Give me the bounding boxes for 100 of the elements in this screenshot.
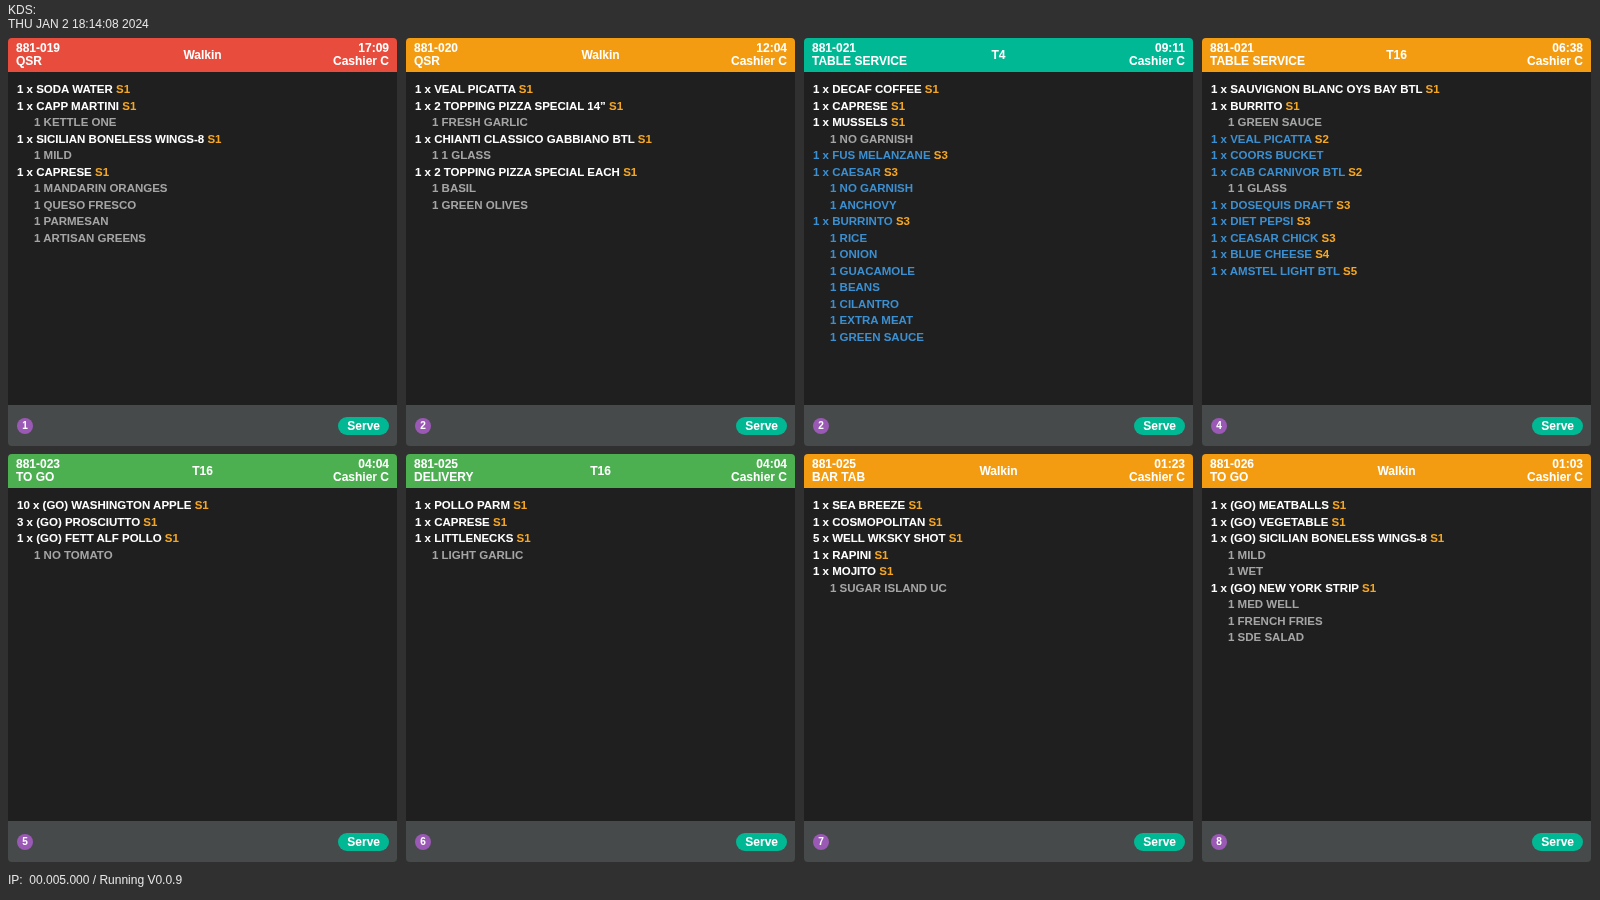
- item-name: 1 x (GO) VEGETABLE: [1211, 515, 1329, 528]
- order-number: 881-025: [414, 458, 459, 471]
- status-text: IP: 00.005.000 / Running V0.0.9: [8, 873, 183, 887]
- seat-label: S5: [1343, 264, 1358, 277]
- seat-label: S1: [908, 499, 923, 511]
- seat-label: S1: [1425, 83, 1440, 95]
- item-name: 1 x CAPP MARTINI: [17, 99, 120, 112]
- serve-button[interactable]: Serve: [1532, 832, 1583, 851]
- seat-label: S1: [164, 532, 179, 544]
- modifier-text: 1 WET: [1228, 565, 1264, 577]
- item-name: 1 x (GO) SICILIAN BONELESS WINGS-8: [1211, 532, 1427, 544]
- cashier-name: Cashier C: [1526, 471, 1583, 484]
- table-label: T16: [590, 464, 611, 478]
- item-name: 3 x (GO) PROSCIUTTO: [17, 515, 141, 528]
- modifier-text: 1 MANDARIN ORANGES: [34, 182, 168, 194]
- item-name: 1 x MOJITO: [813, 565, 877, 577]
- item-name: 1 x SODA WATER: [17, 83, 113, 95]
- seat-label: S1: [194, 499, 209, 511]
- item-name: 10 x (GO) WASHINGTON APPLE: [17, 499, 192, 511]
- modifier-text: 1 RICE: [830, 231, 868, 244]
- cashier-name: Cashier C: [1526, 55, 1583, 68]
- item-name: 1 x (GO) FETT ALF POLLO: [17, 532, 162, 544]
- table-label: Walkin: [581, 48, 620, 62]
- serve-button[interactable]: Serve: [1134, 832, 1185, 851]
- modifier-text: 1 GREEN OLIVES: [432, 198, 528, 211]
- seat-label: S1: [1362, 581, 1377, 594]
- seat-label: S1: [513, 499, 528, 511]
- item-name: 1 x CAB CARNIVOR BTL: [1211, 165, 1345, 178]
- seat-label: S3: [895, 215, 910, 227]
- serve-button[interactable]: Serve: [338, 416, 389, 435]
- cashier-name: Cashier C: [730, 471, 787, 484]
- order-time: 09:11: [1154, 42, 1185, 55]
- item-name: 1 x 2 TOPPING PIZZA SPECIAL 14”: [415, 99, 606, 112]
- item-name: 1 x VEAL PICATTA: [1211, 132, 1312, 145]
- seat-label: S3: [1321, 231, 1336, 244]
- item-name: 1 x LITTLENECKS: [415, 532, 514, 544]
- number-badge: 4: [1211, 417, 1227, 434]
- modifier-text: 1 1 GLASS: [432, 149, 491, 161]
- seat-label: S1: [516, 532, 531, 544]
- order-time: 17:09: [358, 42, 389, 55]
- number-badge: 2: [415, 417, 431, 434]
- item-name: 1 x CHIANTI CLASSICO GABBIANO BTL: [415, 132, 635, 145]
- serve-button[interactable]: Serve: [736, 416, 787, 435]
- order-number: 881-021: [812, 42, 857, 55]
- modifier-text: 1 EXTRA MEAT: [830, 314, 914, 326]
- serve-button[interactable]: Serve: [736, 832, 787, 851]
- item-name: 1 x CAPRESE: [813, 99, 888, 112]
- item-name: 1 x VEAL PICATTA: [415, 83, 516, 95]
- cashier-name: Cashier C: [332, 55, 389, 68]
- seat-label: S1: [948, 532, 963, 544]
- order-type: QSR: [16, 55, 42, 68]
- order-number: 881-026: [1210, 458, 1255, 471]
- item-name: 1 x RAPINI: [813, 548, 872, 561]
- item-name: 1 x CAPRESE: [415, 515, 490, 528]
- order-time: 06:38: [1552, 42, 1583, 55]
- serve-button[interactable]: Serve: [1532, 416, 1583, 435]
- table-label: Walkin: [1377, 464, 1416, 478]
- order-time: 04:04: [756, 458, 787, 471]
- table-label: T16: [192, 464, 213, 478]
- seat-label: S3: [1336, 198, 1351, 211]
- seat-label: S1: [95, 165, 110, 178]
- table-label: T4: [991, 48, 1006, 62]
- modifier-text: 1 ARTISAN GREENS: [34, 231, 147, 244]
- modifier-text: 1 KETTLE ONE: [34, 116, 117, 128]
- date-time: THU JAN 2 18:14:08 2024: [8, 17, 149, 31]
- modifier-text: 1 GREEN SAUCE: [1228, 116, 1322, 128]
- serve-button[interactable]: Serve: [338, 832, 389, 851]
- item-name: 1 x COORS BUCKET: [1211, 149, 1324, 161]
- modifier-text: 1 SDE SALAD: [1228, 631, 1305, 643]
- seat-label: S3: [933, 149, 948, 161]
- order-type: TO GO: [16, 471, 55, 484]
- seat-label: S1: [116, 83, 131, 95]
- seat-label: S4: [1315, 248, 1330, 260]
- item-name: 1 x SEA BREEZE: [813, 499, 906, 511]
- modifier-text: 1 FRESH GARLIC: [432, 116, 528, 128]
- seat-label: S1: [891, 99, 906, 112]
- item-name: 1 x SAUVIGNON BLANC OYS BAY BTL: [1211, 83, 1423, 95]
- order-number: 881-019: [16, 42, 61, 55]
- number-badge: 5: [17, 833, 33, 850]
- seat-label: S1: [122, 99, 137, 112]
- table-label: Walkin: [183, 48, 222, 62]
- seat-label: S2: [1348, 165, 1363, 178]
- serve-button[interactable]: Serve: [1134, 416, 1185, 435]
- order-number: 881-021: [1210, 42, 1255, 55]
- item-name: 1 x POLLO PARM: [415, 499, 510, 511]
- order-type: TABLE SERVICE: [1210, 55, 1305, 68]
- modifier-text: 1 QUESO FRESCO: [34, 198, 137, 211]
- seat-label: S1: [493, 515, 508, 528]
- seat-label: S3: [1296, 215, 1311, 227]
- order-type: BAR TAB: [812, 471, 866, 484]
- cashier-name: Cashier C: [332, 471, 389, 484]
- seat-label: S1: [609, 99, 624, 112]
- cashier-name: Cashier C: [730, 55, 787, 68]
- order-time: 01:23: [1154, 458, 1185, 471]
- seat-label: S1: [879, 565, 894, 577]
- seat-label: S2: [1314, 132, 1329, 145]
- modifier-text: 1 ANCHOVY: [830, 198, 897, 211]
- order-type: DELIVERY: [414, 471, 474, 484]
- item-name: 1 x BLUE CHEESE: [1211, 248, 1312, 260]
- order-time: 12:04: [756, 42, 787, 55]
